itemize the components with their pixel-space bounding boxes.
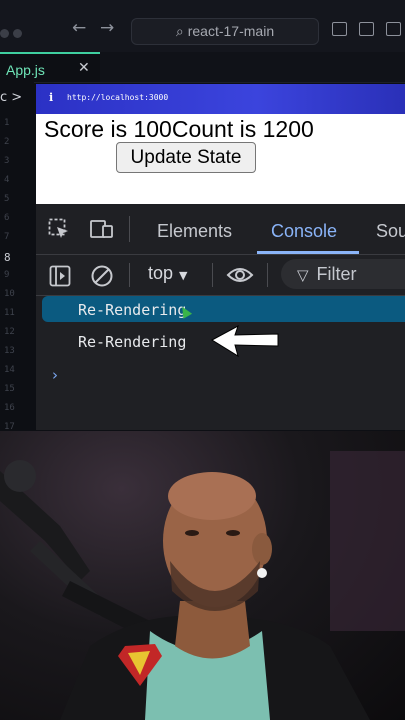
line-number: 16 [4,403,15,413]
devtools-panel: Elements Console Sou top ▼ ▽ Filter Re-R… [36,206,405,430]
tab-sources[interactable]: Sou [376,221,405,242]
log-message: Re-Rendering [78,333,187,351]
close-icon[interactable]: ✕ [78,60,90,76]
line-number: 2 [4,137,10,147]
line-number: 11 [4,308,15,318]
active-tab-indicator [257,251,359,254]
url-bar[interactable]: i http://localhost:3000 [36,84,405,114]
tab-console[interactable]: Console [271,221,337,242]
tab-label: App.js [6,62,45,78]
filter-placeholder: Filter [316,264,357,284]
line-number: 8 [4,251,11,264]
search-icon: ⌕ [175,24,184,40]
divider [267,263,268,287]
console-log-row[interactable]: Re-Rendering [42,324,405,358]
webcam-overlay [0,431,405,720]
line-number: 6 [4,213,10,223]
context-select[interactable]: top ▼ [148,263,188,284]
microphone-icon [0,460,150,636]
line-number: 9 [4,270,10,280]
console-output: Re-Rendering Re-Rendering › [36,296,405,430]
breadcrumb[interactable]: c > [0,90,22,105]
line-number: 14 [4,365,15,375]
console-filter-input[interactable]: ▽ Filter [281,259,405,289]
device-toolbar-icon[interactable] [90,218,114,240]
console-toolbar: top ▼ ▽ Filter [36,255,405,296]
line-number: 7 [4,232,10,242]
divider [129,263,130,287]
line-number: 5 [4,194,10,204]
annotation-arrow-icon [210,324,279,358]
score-text: Score is 100Count is 1200 [44,116,314,142]
line-number: 3 [4,156,10,166]
app-page: Score is 100Count is 1200 Update State [36,114,405,204]
window-controls[interactable] [0,25,26,43]
divider [129,216,130,242]
url-text[interactable]: http://localhost:3000 [67,93,168,102]
context-value: top [148,263,174,283]
toggle-secondary-sidebar-icon[interactable] [386,22,401,36]
tab-app-js[interactable]: App.js ✕ [0,52,100,82]
command-search-box[interactable]: ⌕ react-17-main [131,18,319,45]
toggle-panel-icon[interactable] [359,22,374,36]
toggle-sidebar-icon[interactable] [332,22,347,36]
select-element-icon[interactable] [48,218,70,240]
console-prompt-icon[interactable]: › [52,366,58,384]
line-number: 10 [4,289,15,299]
info-icon[interactable]: i [49,91,53,104]
devtools-tabbar: Elements Console Sou [36,206,405,255]
forward-arrow-icon[interactable]: → [100,18,114,38]
divider [212,263,213,287]
eye-icon[interactable] [226,266,254,284]
line-number: 15 [4,384,15,394]
tab-elements[interactable]: Elements [157,221,232,242]
log-message: Re-Rendering [78,301,187,319]
clear-console-icon[interactable] [90,264,114,288]
editor-gutter: c > 1 2 3 4 5 6 7 8 9 10 11 12 13 14 15 16 17 [0,82,34,432]
line-number: 12 [4,327,15,337]
editor-tabbar: App.js ✕ [0,52,405,83]
chevron-down-icon: ▼ [179,269,188,282]
sidebar-icon[interactable] [49,265,71,287]
console-log-row[interactable]: Re-Rendering [42,296,405,322]
line-number: 4 [4,175,10,185]
back-arrow-icon[interactable]: ← [72,18,86,38]
presenter-video [0,451,405,720]
browser-window: i http://localhost:3000 Score is 100Coun… [36,84,405,430]
update-state-button[interactable]: Update State [116,142,256,173]
line-number: 13 [4,346,15,356]
search-text: react-17-main [187,23,275,39]
filter-icon: ▽ [297,266,309,284]
line-number: 1 [4,118,10,128]
